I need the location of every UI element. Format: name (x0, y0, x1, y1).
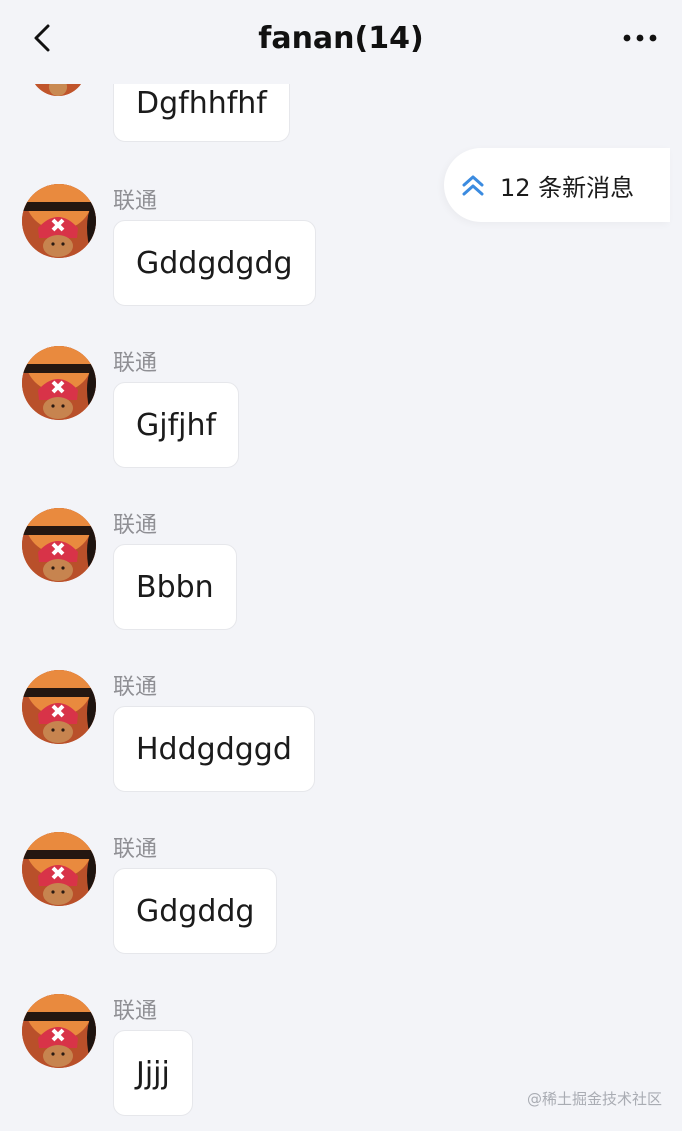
sender-name: 联通 (113, 675, 158, 700)
new-messages-count: 12 条新消息 (500, 173, 635, 202)
message-bubble[interactable]: Bbbn (113, 544, 237, 630)
sender-name: 联通 (113, 837, 158, 862)
avatar-image (22, 184, 96, 258)
chevron-left-icon (34, 24, 50, 52)
avatar-image (22, 508, 96, 582)
message-text: Dgfhhfhf (136, 86, 267, 121)
chat-header: fanan(14) (0, 0, 682, 84)
avatar[interactable] (22, 184, 96, 258)
avatar-image (22, 670, 96, 744)
avatar-image (22, 832, 96, 906)
message-text: Gdgddg (136, 893, 255, 929)
avatar[interactable] (22, 346, 96, 420)
message-text: Jjjj (136, 1055, 170, 1091)
sender-name: 联通 (113, 189, 158, 214)
message-text: Gjfjhf (136, 407, 217, 443)
double-chevron-up-icon (460, 172, 486, 198)
chat-screen: Dgfhhfhf 联通 Gddgdgdg 联通 Gjfjhf 联通 Bbbn 联… (0, 0, 682, 1131)
avatar-image (22, 994, 96, 1068)
sender-name: 联通 (113, 999, 158, 1024)
message-bubble[interactable]: Gjfjhf (113, 382, 240, 468)
sender-name: 联通 (113, 513, 158, 538)
avatar[interactable] (22, 670, 96, 744)
avatar[interactable] (22, 994, 96, 1068)
back-button[interactable] (22, 18, 62, 58)
avatar[interactable] (22, 832, 96, 906)
message-bubble[interactable]: Hddgdggd (113, 706, 315, 792)
more-horizontal-icon (623, 34, 657, 42)
avatar[interactable] (22, 508, 96, 582)
more-button[interactable] (616, 20, 664, 56)
message-bubble[interactable]: Gddgdgdg (113, 220, 316, 306)
page-title: fanan(14) (258, 21, 424, 56)
message-text: Hddgdggd (136, 731, 292, 767)
message-bubble[interactable]: Jjjj (113, 1030, 193, 1116)
message-text: Bbbn (136, 569, 214, 605)
message-text: Gddgdgdg (136, 245, 293, 281)
sender-name: 联通 (113, 351, 158, 376)
watermark: @稀土掘金技术社区 (526, 1090, 662, 1108)
avatar-image (22, 346, 96, 420)
message-bubble[interactable]: Gdgddg (113, 868, 278, 954)
new-messages-button[interactable]: 12 条新消息 (444, 148, 670, 222)
